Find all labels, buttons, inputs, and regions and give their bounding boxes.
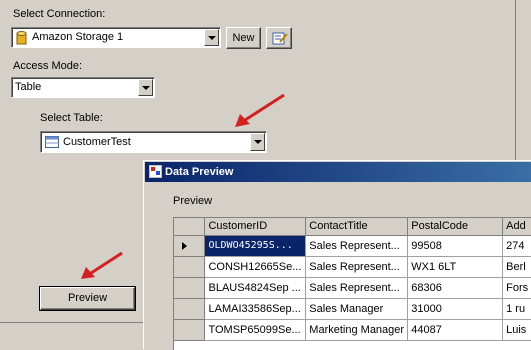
table-cell[interactable]: Sales Manager (305, 298, 409, 320)
table-dropdown[interactable]: CustomerTest (40, 131, 267, 153)
database-icon (16, 31, 27, 45)
access-mode-value: Table (15, 81, 42, 93)
chevron-down-icon[interactable] (138, 79, 153, 96)
row-header[interactable] (174, 277, 206, 299)
row-header[interactable] (174, 319, 206, 341)
table-cell[interactable]: 68306 (407, 277, 504, 299)
select-table-label: Select Table: (40, 112, 103, 124)
column-header[interactable]: ContactTitle (305, 218, 409, 236)
column-header[interactable]: PostalCode (407, 218, 504, 236)
access-mode-dropdown[interactable]: Table (11, 77, 155, 98)
table-cell[interactable]: WX1 6LT (407, 256, 504, 278)
annotation-arrow-icon (235, 93, 285, 127)
table-cell[interactable]: 99508 (407, 235, 504, 257)
preview-button[interactable]: Preview (39, 286, 136, 311)
table-cell[interactable]: OLDWO45295S... (204, 235, 307, 257)
row-header[interactable] (174, 235, 206, 257)
connection-value: Amazon Storage 1 (32, 31, 124, 43)
table-header-row: CustomerID ContactTitle PostalCode Add (174, 218, 531, 236)
table-cell[interactable]: 44087 (407, 319, 504, 341)
table-cell[interactable]: Marketing Manager (305, 319, 409, 341)
new-connection-button[interactable]: New (226, 27, 261, 49)
preview-grid[interactable]: CustomerID ContactTitle PostalCode Add O… (173, 217, 531, 350)
row-header[interactable] (174, 256, 206, 278)
table-cell[interactable]: Sales Represent... (305, 235, 409, 257)
table-row[interactable]: LAMAI33586Sep... Sales Manager 31000 1 r… (174, 298, 531, 320)
row-header[interactable] (174, 298, 206, 320)
panel-border (515, 0, 516, 160)
window-title: Data Preview (165, 166, 234, 178)
table-cell[interactable]: Sales Represent... (305, 277, 409, 299)
column-header[interactable]: CustomerID (204, 218, 307, 236)
chevron-down-icon[interactable] (250, 133, 265, 151)
table-cell[interactable]: Fors (502, 277, 531, 299)
preview-table: CustomerID ContactTitle PostalCode Add O… (174, 218, 531, 341)
table-cell[interactable]: 31000 (407, 298, 504, 320)
table-row[interactable]: CONSH12665Se... Sales Represent... WX1 6… (174, 256, 531, 278)
access-mode-label: Access Mode: (13, 60, 83, 72)
table-value: CustomerTest (63, 136, 131, 148)
current-row-icon (182, 241, 187, 250)
preview-section-label: Preview (173, 195, 213, 207)
select-connection-label: Select Connection: (13, 8, 106, 20)
table-row[interactable]: BLAUS4824Sep ... Sales Represent... 6830… (174, 277, 531, 299)
table-row[interactable]: TOMSP65099Se... Marketing Manager 44087 … (174, 319, 531, 341)
chevron-down-icon[interactable] (204, 29, 219, 46)
edit-connection-button[interactable] (266, 27, 292, 49)
annotation-arrow-icon (81, 251, 123, 279)
table-cell[interactable]: LAMAI33586Sep... (204, 298, 307, 320)
table-cell[interactable]: Sales Represent... (305, 256, 409, 278)
edit-icon (272, 32, 288, 45)
table-cell[interactable]: BLAUS4824Sep ... (204, 277, 307, 299)
data-preview-titlebar[interactable]: Data Preview (145, 162, 531, 182)
column-header[interactable]: Add (502, 218, 531, 236)
table-cell[interactable]: 274 (502, 235, 531, 257)
divider (0, 322, 150, 323)
window-icon (149, 165, 162, 178)
table-icon (45, 136, 59, 148)
connection-dropdown[interactable]: Amazon Storage 1 (11, 27, 221, 48)
table-cell[interactable]: TOMSP65099Se... (204, 319, 307, 341)
table-cell[interactable]: Luis (502, 319, 531, 341)
row-header-corner (174, 218, 206, 236)
table-cell[interactable]: Berl (502, 256, 531, 278)
table-cell[interactable]: CONSH12665Se... (204, 256, 307, 278)
table-cell[interactable]: 1 ru (502, 298, 531, 320)
table-row[interactable]: OLDWO45295S... Sales Represent... 99508 … (174, 235, 531, 257)
data-preview-window: Data Preview Preview CustomerID ContactT… (143, 160, 531, 350)
